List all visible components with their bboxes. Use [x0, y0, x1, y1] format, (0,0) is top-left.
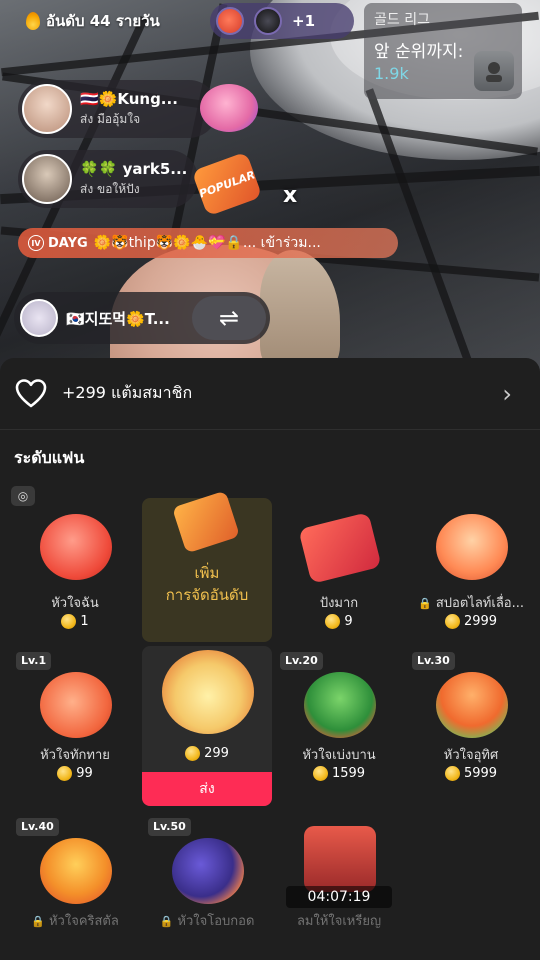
lock-icon: 🔒	[418, 597, 432, 610]
gift-price-value: 299	[204, 746, 229, 761]
gift-price-value: 5999	[463, 766, 498, 781]
host-avatar	[20, 299, 58, 337]
gift-name: หัวใจฉัน	[51, 596, 99, 611]
flame-icon	[26, 12, 40, 30]
gift-item[interactable]: Lv.20 หัวใจเบ่งบาน 1599	[274, 650, 404, 794]
popular-sticker-label: POPULAR	[197, 167, 257, 201]
gift-price: 2999	[406, 614, 536, 629]
gift-name: หัวใจทักทาย	[40, 748, 110, 763]
gift-price: 1	[10, 614, 140, 629]
popular-banner-gift-icon	[298, 512, 382, 584]
viewer-count: +1	[292, 12, 316, 30]
heart-spotlight-gift-icon	[436, 514, 508, 580]
gift-name: 🔒 สปอตไลท์เลื่อ...	[406, 592, 536, 613]
coin-icon	[444, 614, 460, 629]
heart-crown-gift-icon	[40, 514, 112, 580]
promo-line-2: การจัดอันดับ	[165, 586, 249, 604]
gift-price-value: 9	[344, 614, 353, 629]
gift-name: หัวใจเบ่งบาน	[302, 748, 376, 763]
member-points-row[interactable]: +299 แต้มสมาชิก ›	[0, 358, 540, 430]
heart-hands-gift-icon	[200, 84, 258, 132]
heart-outline-icon	[15, 378, 47, 407]
countdown-timer: 04:07:19	[286, 886, 392, 908]
host-name: 🇰🇷지또먹🌼T...	[66, 309, 170, 328]
level-tag: Lv.30	[412, 652, 455, 670]
gift-item[interactable]: หัวใจฉัน 1	[10, 498, 140, 642]
gift-item[interactable]: ปังมาก 9	[274, 498, 404, 642]
league-card[interactable]: 골드 리그 앞 순위까지: 1.9k	[364, 3, 522, 99]
gift-name-text: สปอตไลท์เลื่อ...	[435, 596, 524, 611]
gift-price: 1599	[274, 766, 404, 781]
chevron-right-icon: ›	[502, 380, 512, 408]
streamer-hair	[260, 250, 340, 370]
sender-name: 🇹🇭🌼Kung...	[80, 89, 178, 108]
league-rank-badge-icon	[474, 51, 514, 91]
top-viewers-pill[interactable]: +1	[210, 3, 354, 39]
switch-icon[interactable]: ⇌	[192, 296, 266, 340]
coin-icon	[444, 766, 460, 781]
join-banner: IV DAYG 🌼🐯thip🐯🌼🐣💝🔒... เข้าร่วม...	[18, 228, 398, 258]
promo-text: เพิ่ม การจัดอันดับ	[142, 562, 272, 606]
daily-rank-pill[interactable]: อันดับ 44 รายวัน	[18, 8, 168, 34]
viewer-avatar	[216, 7, 244, 35]
gift-name: หัวใจอุทิศ	[443, 748, 499, 763]
gift-item-selected[interactable]: 299 ส่ง	[142, 646, 272, 806]
heart-throne-gift-icon	[304, 826, 376, 892]
level-tag: Lv.50	[148, 818, 191, 836]
coin-icon	[185, 746, 201, 761]
daily-rank-text: อันดับ 44 รายวัน	[46, 12, 160, 30]
coin-icon	[312, 766, 328, 781]
gift-notification[interactable]: 🇹🇭🌼Kung... ส่ง มืออุ้มใจ	[18, 80, 218, 138]
level-tag: Lv.1	[16, 652, 52, 670]
gift-name: ปังมาก	[319, 596, 359, 611]
coin-icon	[325, 614, 341, 629]
gift-price: 299	[142, 746, 272, 761]
level-tag: Lv.20	[280, 652, 323, 670]
team-name: DAYG	[48, 235, 88, 251]
combo-multiplier: x	[283, 183, 298, 208]
heart-bouquet-gift-icon	[162, 650, 254, 734]
gift-panel: +299 แต้มสมาชิก › ระดับแฟน ◎ หัวใจฉัน 1 …	[0, 358, 540, 960]
host-profile-pill[interactable]: 🇰🇷지또먹🌼T... ⇌	[14, 292, 270, 344]
gift-item[interactable]: 🔒 สปอตไลท์เลื่อ... 2999	[406, 498, 536, 642]
send-button[interactable]: ส่ง	[142, 772, 272, 806]
sender-name: 🍀🍀 yark5...	[80, 159, 188, 178]
gift-price-value: 99	[76, 766, 93, 781]
sender-avatar	[22, 84, 72, 134]
promo-line-1: เพิ่ม	[194, 564, 220, 582]
gift-item[interactable]: Lv.30 หัวใจอุทิศ 5999	[406, 650, 536, 794]
member-points-text: +299 แต้มสมาชิก	[62, 383, 193, 402]
sender-avatar	[22, 154, 72, 204]
gift-price: 5999	[406, 766, 536, 781]
popular-arrow-gift-icon	[171, 490, 241, 554]
gift-notification[interactable]: 🍀🍀 yark5... ส่ง ขอให้ปัง	[18, 150, 198, 208]
heart-hug-gift-icon	[172, 838, 244, 904]
gift-item-promo[interactable]: เพิ่ม การจัดอันดับ	[142, 490, 272, 642]
gift-action: ส่ง ขอให้ปัง	[80, 181, 140, 196]
coin-icon	[57, 766, 73, 781]
bottom-fade	[0, 920, 540, 960]
fan-level-title: ระดับแฟน	[14, 448, 85, 467]
gift-price-value: 1	[80, 614, 89, 629]
gift-item[interactable]: Lv.1 หัวใจทักทาย 99	[10, 650, 140, 794]
heart-wave-gift-icon	[40, 672, 112, 738]
gift-price-value: 1599	[331, 766, 366, 781]
viewer-avatar	[254, 7, 282, 35]
level-tag: Lv.40	[16, 818, 59, 836]
gift-price: 9	[274, 614, 404, 629]
join-message: 🌼🐯thip🐯🌼🐣💝🔒... เข้าร่วม...	[93, 235, 321, 251]
league-title: 골드 리그	[374, 12, 430, 28]
heart-tree-gift-icon	[436, 672, 508, 738]
gift-price-value: 2999	[463, 614, 498, 629]
fan-level-chip: IV DAYG	[28, 235, 88, 251]
heart-crystal-gift-icon	[40, 838, 112, 904]
gift-price: 99	[10, 766, 140, 781]
level-badge-icon: IV	[28, 235, 44, 251]
coin-icon	[61, 614, 77, 629]
gift-action: ส่ง มืออุ้มใจ	[80, 111, 141, 126]
heart-bloom-gift-icon	[304, 672, 376, 738]
